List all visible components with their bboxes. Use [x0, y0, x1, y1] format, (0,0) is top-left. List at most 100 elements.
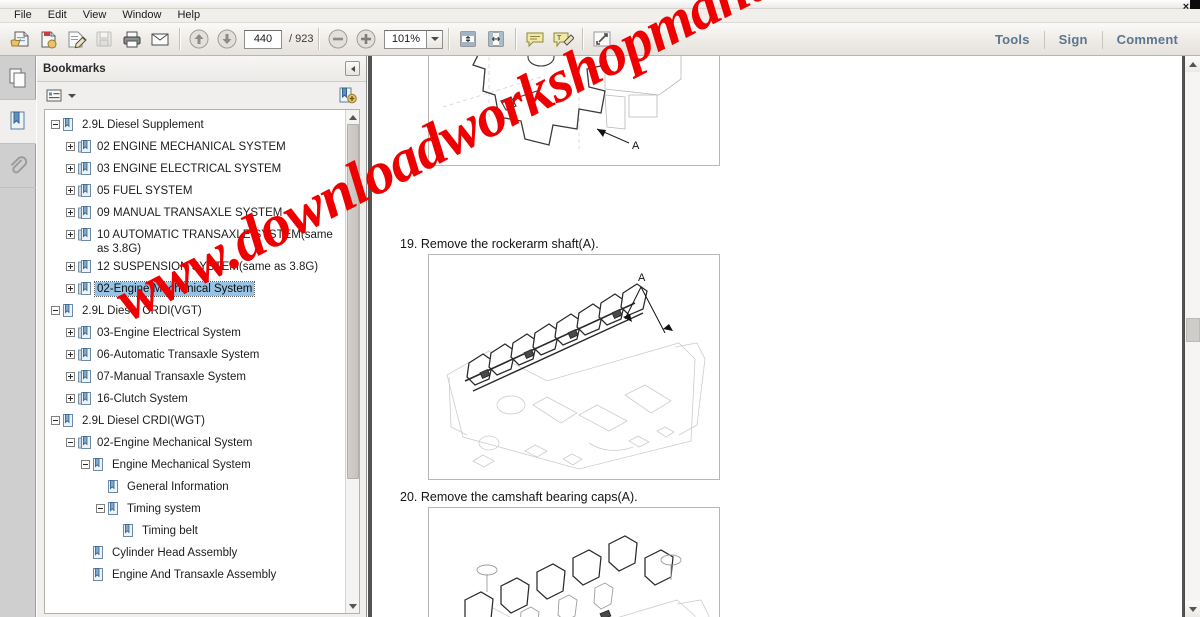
bookmarks-scrollbar[interactable]: [345, 110, 359, 613]
bookmark-folder-icon: [78, 348, 91, 362]
print-icon[interactable]: [118, 25, 146, 53]
bookmark-node[interactable]: 16-Clutch System: [45, 388, 345, 410]
bookmark-label: General Information: [127, 481, 229, 493]
bookmark-node[interactable]: Cylinder Head Assembly: [45, 542, 345, 564]
expand-node-icon[interactable]: [66, 186, 75, 195]
bookmark-label: Cylinder Head Assembly: [112, 547, 238, 559]
bookmark-node[interactable]: 02-Engine Mechanical System: [45, 278, 345, 300]
bookmark-node[interactable]: Engine Mechanical System: [45, 454, 345, 476]
step-19-text: 19. Remove the rockerarm shaft(A).: [400, 237, 599, 251]
document-viewport[interactable]: A 19. Remove the rockerarm shaft(A). A 2…: [368, 56, 1200, 617]
sign-button[interactable]: Sign: [1045, 32, 1102, 47]
menu-window[interactable]: Window: [114, 9, 169, 22]
new-bookmark-button[interactable]: [337, 85, 359, 106]
bookmarks-scroll-up-button[interactable]: [346, 110, 359, 124]
chevron-up-icon: [1188, 61, 1197, 67]
collapse-node-icon[interactable]: [51, 416, 60, 425]
bookmarks-icon[interactable]: [0, 100, 36, 144]
collapse-node-icon[interactable]: [51, 306, 60, 315]
expand-node-icon[interactable]: [66, 372, 75, 381]
bookmark-node[interactable]: Timing system: [45, 498, 345, 520]
bookmarks-scroll-thumb[interactable]: [347, 124, 359, 479]
zoom-in-button[interactable]: [352, 25, 380, 53]
bookmark-node[interactable]: 2.9L Diesel Supplement: [45, 114, 345, 136]
expand-node-icon[interactable]: [66, 164, 75, 173]
bookmark-node[interactable]: General Information: [45, 476, 345, 498]
document-scroll-down-button[interactable]: [1185, 601, 1200, 617]
bookmark-node[interactable]: 09 MANUAL TRANSAXLE SYSTEM: [45, 202, 345, 224]
bookmark-node[interactable]: Engine And Transaxle Assembly: [45, 564, 345, 586]
bookmark-folder-icon: [78, 162, 91, 176]
bookmark-node[interactable]: 10 AUTOMATIC TRANSAXLE SYSTEM(same as 3.…: [45, 224, 345, 256]
highlight-text-icon[interactable]: T: [549, 25, 577, 53]
bookmark-node[interactable]: 06-Automatic Transaxle System: [45, 344, 345, 366]
bookmark-node[interactable]: 02-Engine Mechanical System: [45, 432, 345, 454]
bookmark-node[interactable]: 03 ENGINE ELECTRICAL SYSTEM: [45, 158, 345, 180]
pdf-page: A 19. Remove the rockerarm shaft(A). A 2…: [372, 56, 1182, 617]
attachments-icon[interactable]: [0, 144, 36, 188]
bookmarks-scroll-down-button[interactable]: [346, 599, 359, 613]
bookmark-node[interactable]: 2.9L Diesel CRDI(WGT): [45, 410, 345, 432]
previous-page-button[interactable]: [185, 25, 213, 53]
expand-node-icon[interactable]: [66, 284, 75, 293]
collapse-node-icon[interactable]: [51, 120, 60, 129]
next-page-button[interactable]: [213, 25, 241, 53]
comment-button[interactable]: Comment: [1103, 32, 1192, 47]
bookmark-node[interactable]: 12 SUSPENSION SYSTEM(same as 3.8G): [45, 256, 345, 278]
sticky-note-icon[interactable]: [521, 25, 549, 53]
document-scrollbar[interactable]: [1184, 56, 1200, 617]
toolbar-separator: [318, 28, 320, 50]
expand-node-icon[interactable]: [66, 142, 75, 151]
edit-pdf-icon[interactable]: [62, 25, 90, 53]
fit-page-button[interactable]: [454, 25, 482, 53]
bookmark-label: 16-Clutch System: [97, 393, 188, 405]
expand-node-icon[interactable]: [66, 208, 75, 217]
fit-width-button[interactable]: [482, 25, 510, 53]
bookmark-node[interactable]: 07-Manual Transaxle System: [45, 366, 345, 388]
expand-node-icon[interactable]: [66, 328, 75, 337]
page-number-input[interactable]: 440: [244, 29, 282, 49]
document-scroll-up-button[interactable]: [1185, 56, 1200, 72]
bookmark-folder-icon: [78, 282, 91, 296]
collapse-node-icon[interactable]: [66, 438, 75, 447]
svg-text:A: A: [632, 140, 640, 152]
expand-node-icon[interactable]: [66, 394, 75, 403]
save-icon[interactable]: [90, 25, 118, 53]
expand-node-icon[interactable]: [66, 350, 75, 359]
zoom-level-input[interactable]: 101%: [384, 29, 427, 49]
bookmark-label: 03 ENGINE ELECTRICAL SYSTEM: [97, 163, 282, 175]
collapse-node-icon[interactable]: [96, 504, 105, 513]
bookmark-node[interactable]: 05 FUEL SYSTEM: [45, 180, 345, 202]
bookmark-page-icon: [93, 568, 106, 582]
bookmark-label: Engine Mechanical System: [112, 459, 251, 471]
expand-node-icon[interactable]: [66, 262, 75, 271]
bookmark-node[interactable]: 03-Engine Electrical System: [45, 322, 345, 344]
bookmark-node[interactable]: Timing belt: [45, 520, 345, 542]
page-thumbnails-icon[interactable]: [0, 56, 36, 100]
tools-button[interactable]: Tools: [981, 32, 1044, 47]
open-file-icon[interactable]: [6, 25, 34, 53]
bookmarks-panel: Bookmarks 2.9L Diesel Supplement 02 ENGI…: [37, 56, 367, 617]
zoom-out-button[interactable]: [324, 25, 352, 53]
menu-file[interactable]: File: [6, 9, 40, 22]
bookmark-label: 02 ENGINE MECHANICAL SYSTEM: [97, 141, 286, 153]
bookmark-page-icon: [108, 502, 121, 516]
zoom-dropdown-button[interactable]: [426, 29, 444, 49]
bookmark-options-menu[interactable]: [44, 86, 78, 105]
bookmark-node[interactable]: 2.9L Diesel CRDI(VGT): [45, 300, 345, 322]
bookmark-label: 10 AUTOMATIC TRANSAXLE SYSTEM(same as 3.…: [97, 229, 333, 255]
create-pdf-icon[interactable]: [34, 25, 62, 53]
bookmarks-panel-title: Bookmarks: [43, 62, 106, 75]
bookmark-node[interactable]: 02 ENGINE MECHANICAL SYSTEM: [45, 136, 345, 158]
collapse-panel-button[interactable]: [345, 61, 360, 76]
read-mode-icon[interactable]: [588, 25, 616, 53]
menu-view[interactable]: View: [75, 9, 115, 22]
menu-help[interactable]: Help: [169, 9, 208, 22]
document-scroll-thumb[interactable]: [1186, 318, 1200, 342]
bookmark-folder-icon: [78, 228, 91, 242]
expand-node-icon[interactable]: [66, 230, 75, 239]
collapse-node-icon[interactable]: [81, 460, 90, 469]
email-icon[interactable]: [146, 25, 174, 53]
menu-edit[interactable]: Edit: [40, 9, 75, 22]
